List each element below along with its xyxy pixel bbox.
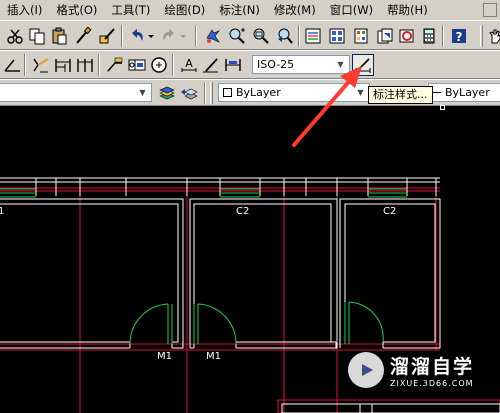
block-editor-icon[interactable] bbox=[96, 25, 118, 47]
chevron-down-icon[interactable]: ▼ bbox=[136, 86, 149, 99]
tooltip-text: 标注样式... bbox=[373, 88, 428, 101]
make-layer-current-icon[interactable] bbox=[156, 82, 178, 104]
svg-text:?: ? bbox=[456, 30, 463, 44]
lower-block-outline bbox=[277, 399, 500, 413]
menu-dimension[interactable]: 标注(N) bbox=[212, 0, 267, 20]
dim-edit-icon[interactable]: A bbox=[178, 54, 200, 76]
zoom-realtime-icon[interactable] bbox=[226, 25, 248, 47]
sheet-set-icon[interactable] bbox=[374, 25, 396, 47]
linetype-value: ByLayer bbox=[445, 86, 490, 99]
menu-insert[interactable]: 插入(I) bbox=[0, 0, 49, 20]
wall-room1-outer bbox=[0, 198, 184, 349]
copy-icon[interactable] bbox=[26, 25, 48, 47]
doors bbox=[129, 301, 384, 345]
menu-bar: 插入(I) 格式(O) 工具(T) 绘图(D) 标注(N) 修改(M) 窗口(W… bbox=[0, 0, 500, 20]
zoom-window-icon[interactable] bbox=[250, 25, 272, 47]
window-c2-right bbox=[368, 188, 407, 198]
label-window-c2-middle: C2 bbox=[236, 206, 249, 217]
label-window-partial: 1 bbox=[0, 206, 4, 217]
dim-style-value: ISO-25 bbox=[257, 58, 295, 71]
toolbar-separator bbox=[24, 54, 26, 76]
dim-baseline-icon[interactable] bbox=[52, 54, 74, 76]
linetype-sample bbox=[433, 92, 441, 93]
menu-format[interactable]: 格式(O) bbox=[49, 0, 104, 20]
color-value: ByLayer bbox=[236, 86, 281, 99]
match-properties-icon[interactable] bbox=[72, 25, 94, 47]
menu-tools[interactable]: 工具(T) bbox=[104, 0, 157, 20]
window-left bbox=[0, 188, 36, 198]
layer-combo[interactable]: ▼ bbox=[0, 83, 152, 102]
dim-style-combo[interactable]: ISO-25 ▼ bbox=[252, 55, 350, 74]
undo-icon[interactable] bbox=[126, 25, 148, 47]
menu-modify[interactable]: 修改(M) bbox=[267, 0, 323, 20]
standard-toolbar: ? bbox=[0, 20, 500, 50]
lower-block-wall bbox=[281, 403, 500, 413]
chevron-down-icon[interactable]: ▼ bbox=[334, 58, 347, 71]
cursor-pickbox bbox=[440, 105, 445, 110]
door-right bbox=[344, 301, 384, 344]
play-logo-icon bbox=[348, 352, 384, 388]
wall-room3-inner bbox=[344, 203, 436, 343]
toolbar-separator bbox=[195, 25, 197, 47]
color-combo[interactable]: ByLayer ▼ bbox=[218, 83, 370, 102]
redo-icon[interactable] bbox=[158, 25, 180, 47]
linetype-combo[interactable]: ByLayer bbox=[428, 83, 500, 102]
watermark: 溜溜自学 ZIXUE.3D66.COM bbox=[348, 352, 474, 388]
svg-text:A: A bbox=[185, 57, 193, 70]
watermark-url: ZIXUE.3D66.COM bbox=[390, 379, 474, 388]
dim-quick-icon[interactable] bbox=[30, 54, 52, 76]
label-door-m1-left: M1 bbox=[157, 351, 172, 362]
quick-leader-icon[interactable] bbox=[104, 54, 126, 76]
toolbar-separator bbox=[442, 25, 444, 47]
door-m1-left bbox=[129, 303, 173, 345]
toolbar-grip[interactable] bbox=[480, 25, 483, 47]
watermark-title: 溜溜自学 bbox=[390, 356, 475, 378]
wall-room2-inner bbox=[193, 203, 332, 343]
wall-room3-outer bbox=[339, 198, 441, 349]
menu-window[interactable]: 窗口(W) bbox=[323, 0, 380, 20]
calculator-icon[interactable] bbox=[418, 25, 440, 47]
toolbar-separator bbox=[204, 82, 206, 104]
label-door-m1-right: M1 bbox=[206, 351, 221, 362]
dim-update-icon[interactable] bbox=[222, 54, 244, 76]
wall-room1-inner bbox=[0, 203, 179, 343]
properties-icon[interactable] bbox=[302, 25, 324, 47]
wall-room2-outer bbox=[189, 198, 338, 349]
color-swatch bbox=[223, 88, 232, 97]
layer-previous-icon[interactable] bbox=[178, 82, 200, 104]
dim-style-tooltip: 标注样式... bbox=[368, 86, 433, 104]
toolbar-separator bbox=[121, 25, 123, 47]
dim-continue-icon[interactable] bbox=[74, 54, 96, 76]
menu-help[interactable]: 帮助(H) bbox=[380, 0, 435, 20]
dimension-toolbar: A ISO-25 ▼ bbox=[0, 50, 500, 79]
label-window-c2-right: C2 bbox=[383, 206, 396, 217]
undo-dropdown-icon[interactable] bbox=[146, 25, 156, 47]
pan-realtime-icon[interactable] bbox=[202, 25, 224, 47]
tool-palettes-icon[interactable] bbox=[350, 25, 372, 47]
toolbar-separator bbox=[172, 54, 174, 76]
window-restore-icon[interactable] bbox=[483, 3, 497, 17]
paste-icon[interactable] bbox=[48, 25, 70, 47]
toolbar-separator bbox=[98, 54, 100, 76]
window-c2-middle bbox=[220, 188, 260, 198]
chevron-down-icon[interactable]: ▼ bbox=[354, 86, 367, 99]
center-mark-icon[interactable] bbox=[148, 54, 170, 76]
zoom-previous-icon[interactable] bbox=[274, 25, 296, 47]
toolbar-separator bbox=[298, 25, 300, 47]
dim-style-manager-icon[interactable] bbox=[352, 54, 374, 76]
door-m1-right bbox=[193, 303, 237, 345]
help-icon[interactable]: ? bbox=[448, 25, 470, 47]
cut-icon[interactable] bbox=[4, 25, 26, 47]
menu-draw[interactable]: 绘图(D) bbox=[157, 0, 212, 20]
dim-text-edit-icon[interactable] bbox=[200, 54, 222, 76]
design-center-icon[interactable] bbox=[326, 25, 348, 47]
markup-set-icon[interactable] bbox=[396, 25, 418, 47]
toolbar-grip[interactable] bbox=[210, 82, 213, 104]
redo-dropdown-icon[interactable] bbox=[178, 25, 188, 47]
pan-icon[interactable] bbox=[484, 25, 500, 47]
tolerance-icon[interactable] bbox=[126, 54, 148, 76]
dim-angular-icon[interactable] bbox=[2, 54, 24, 76]
